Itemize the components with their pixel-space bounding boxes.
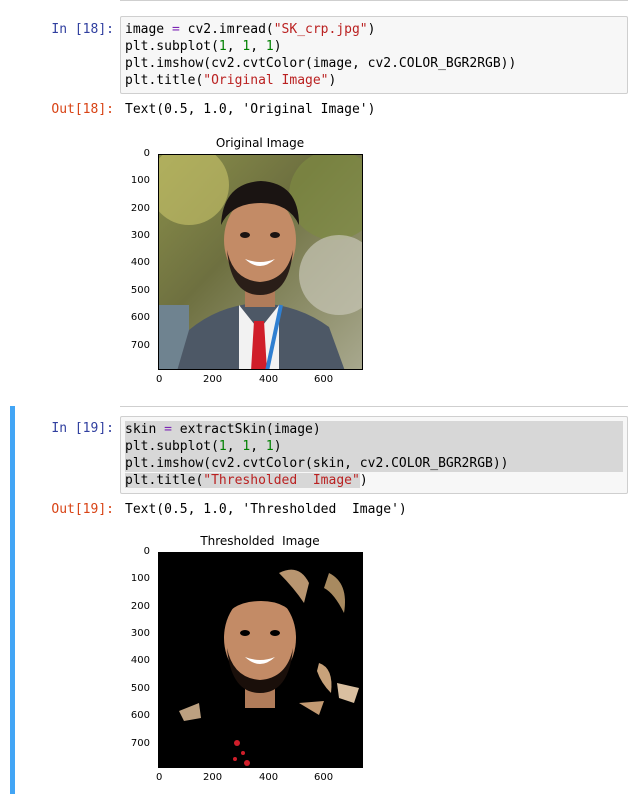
y-tick-label: 100 <box>130 573 150 584</box>
y-tick-label: 100 <box>130 175 150 186</box>
code-line: plt.subplot(1, 1, 1) <box>125 39 282 54</box>
code-cell-19[interactable]: In [19]: skin = extractSkin(image) plt.s… <box>0 406 628 794</box>
plot-title: Original Image <box>215 136 305 150</box>
y-tick-label: 0 <box>143 148 150 159</box>
x-tick-label: 400 <box>259 374 279 385</box>
selected-cell-indicator <box>10 406 15 794</box>
output-prompt: Out[18]: <box>51 102 114 117</box>
y-tick-label: 500 <box>130 285 150 296</box>
code-line: plt.imshow(cv2.cvtColor(image, cv2.COLOR… <box>125 56 517 71</box>
plot-title: Thresholded Image <box>200 534 320 548</box>
thresholded-image-plot: Thresholded Image 0 100 200 300 400 500 … <box>120 530 380 792</box>
x-tick-label: 400 <box>259 772 279 783</box>
input-prompt: In [18]: <box>51 22 114 37</box>
code-cell-18[interactable]: In [18]: image = cv2.imread("SK_crp.jpg"… <box>0 0 628 400</box>
y-tick-label: 700 <box>130 738 150 749</box>
code-line: skin = extractSkin(image) <box>125 421 623 438</box>
y-tick-label: 200 <box>130 601 150 612</box>
y-tick-label: 600 <box>130 710 150 721</box>
x-tick-label: 200 <box>203 374 223 385</box>
cell-divider <box>120 406 628 407</box>
code-editor[interactable]: image = cv2.imread("SK_crp.jpg") plt.sub… <box>120 16 628 94</box>
x-tick-label: 0 <box>156 772 163 783</box>
image-thresholded <box>158 552 363 768</box>
code-line: plt.imshow(cv2.cvtColor(skin, cv2.COLOR_… <box>125 455 623 472</box>
y-tick-label: 500 <box>130 683 150 694</box>
y-tick-label: 0 <box>143 546 150 557</box>
code-line: plt.title("Original Image") <box>125 73 337 88</box>
code-line: plt.subplot(1, 1, 1) <box>125 438 623 455</box>
code-line: image = cv2.imread("SK_crp.jpg") <box>125 22 376 37</box>
x-tick-label: 600 <box>314 374 334 385</box>
x-tick-label: 600 <box>314 772 334 783</box>
output-text: Text(0.5, 1.0, 'Original Image') <box>125 102 376 117</box>
x-tick-label: 200 <box>203 772 223 783</box>
x-tick-label: 0 <box>156 374 163 385</box>
output-prompt: Out[19]: <box>51 502 114 517</box>
y-tick-label: 200 <box>130 203 150 214</box>
image-original <box>158 154 363 370</box>
y-tick-label: 300 <box>130 230 150 241</box>
y-tick-label: 700 <box>130 340 150 351</box>
output-text: Text(0.5, 1.0, 'Thresholded Image') <box>125 502 407 517</box>
code-line: plt.title("Thresholded Image") <box>125 473 368 488</box>
y-tick-label: 600 <box>130 312 150 323</box>
y-tick-label: 400 <box>130 655 150 666</box>
cell-divider <box>120 0 628 1</box>
code-editor[interactable]: skin = extractSkin(image) plt.subplot(1,… <box>120 416 628 494</box>
y-tick-label: 400 <box>130 257 150 268</box>
original-image-plot: Original Image 0 100 200 300 400 500 600… <box>120 132 380 394</box>
y-tick-label: 300 <box>130 628 150 639</box>
input-prompt: In [19]: <box>51 421 114 436</box>
